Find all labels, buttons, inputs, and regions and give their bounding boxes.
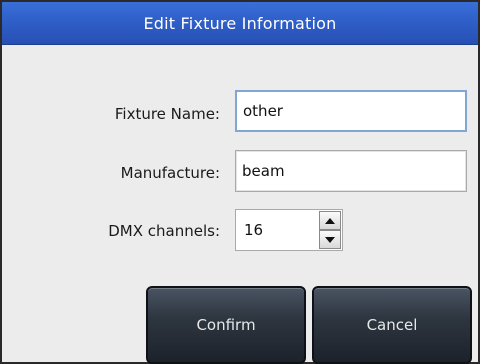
fixture-name-label: Fixture Name: — [114, 105, 220, 123]
cancel-button[interactable]: Cancel — [312, 286, 472, 364]
dmx-channels-label: DMX channels: — [108, 222, 220, 240]
dmx-channels-spinbox[interactable]: 16 — [235, 209, 343, 251]
spin-up-button[interactable] — [319, 211, 341, 230]
manufacture-input[interactable]: beam — [235, 150, 467, 192]
edit-fixture-dialog: Edit Fixture Information Fixture Name: o… — [0, 0, 480, 364]
triangle-up-icon — [325, 217, 335, 224]
fixture-name-input[interactable]: other — [235, 90, 467, 132]
manufacture-label: Manufacture: — [120, 164, 220, 182]
triangle-down-icon — [325, 236, 335, 243]
spin-down-button[interactable] — [319, 230, 341, 249]
confirm-button[interactable]: Confirm — [146, 286, 306, 364]
dialog-title: Edit Fixture Information — [2, 2, 478, 45]
fixture-name-value: other — [243, 102, 283, 120]
manufacture-value: beam — [242, 162, 285, 180]
dmx-channels-value: 16 — [244, 221, 264, 239]
